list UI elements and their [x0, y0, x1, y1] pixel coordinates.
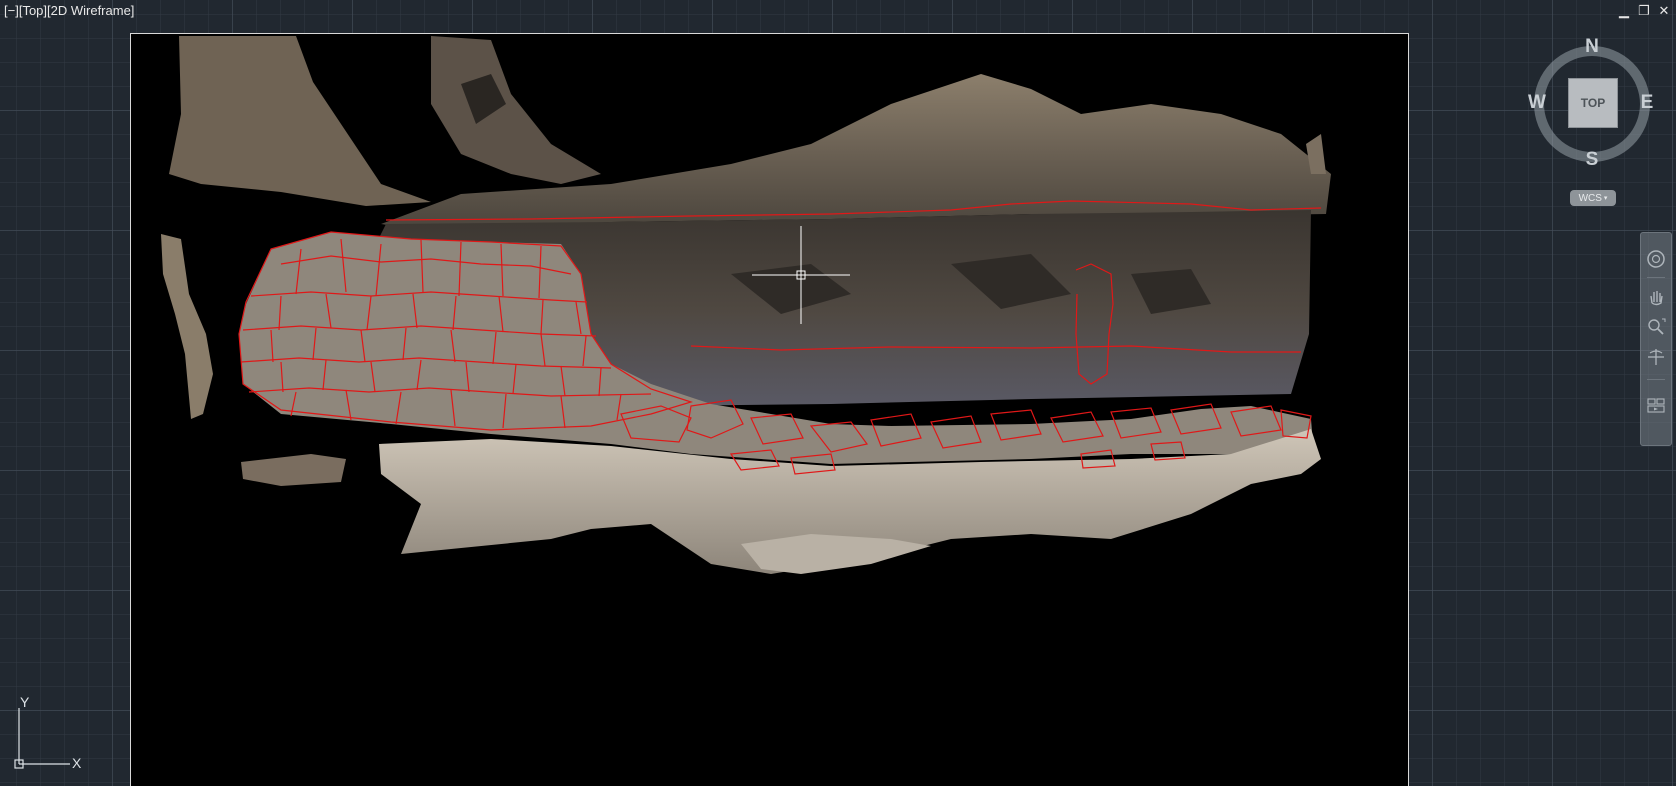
viewcube-top-face[interactable]: TOP	[1568, 78, 1618, 128]
model-image-frame[interactable]	[130, 33, 1409, 786]
compass-south[interactable]: S	[1581, 149, 1603, 171]
viewcube[interactable]: N S E W TOP	[1524, 34, 1660, 174]
chevron-down-icon: ▾	[1603, 195, 1608, 202]
navigation-bar	[1640, 232, 1672, 446]
ucs-label: WCS	[1578, 192, 1602, 204]
visual-style-control[interactable]: [2D Wireframe]	[47, 3, 134, 18]
ucs-icon[interactable]: Y X	[12, 694, 92, 774]
drawing-viewport[interactable]: [−][Top][2D Wireframe] ▁ ❐ ✕ N S E W TOP…	[0, 0, 1676, 786]
steering-wheel-icon[interactable]	[1644, 247, 1668, 271]
rock-fragment-lower-left	[241, 454, 346, 486]
rock-fragment-left-edge	[161, 234, 213, 419]
pan-icon[interactable]	[1644, 285, 1668, 309]
zoom-icon[interactable]	[1644, 315, 1668, 339]
orthophoto-image	[161, 36, 1331, 574]
view-control[interactable]: [Top]	[19, 3, 47, 18]
rock-fragment-upper-mid	[431, 36, 601, 184]
orbit-icon[interactable]	[1644, 345, 1668, 369]
viewport-menu-control[interactable]: [−]	[4, 3, 19, 18]
restore-icon[interactable]: ❐	[1638, 3, 1650, 19]
ucs-x-label: X	[72, 755, 82, 771]
viewport-window-controls: ▁ ❐ ✕	[1618, 3, 1670, 19]
viewport-controls-label[interactable]: [−][Top][2D Wireframe]	[4, 3, 134, 18]
compass-north[interactable]: N	[1581, 36, 1603, 58]
ucs-menu-button[interactable]: WCS ▾	[1570, 190, 1616, 206]
compass-east[interactable]: E	[1636, 92, 1658, 114]
rock-fragment-upper-left	[169, 36, 431, 206]
ucs-y-label: Y	[20, 694, 30, 710]
compass-west[interactable]: W	[1526, 92, 1548, 114]
showmotion-icon[interactable]	[1644, 393, 1668, 417]
close-icon[interactable]: ✕	[1658, 3, 1670, 19]
minimize-icon[interactable]: ▁	[1618, 3, 1630, 19]
